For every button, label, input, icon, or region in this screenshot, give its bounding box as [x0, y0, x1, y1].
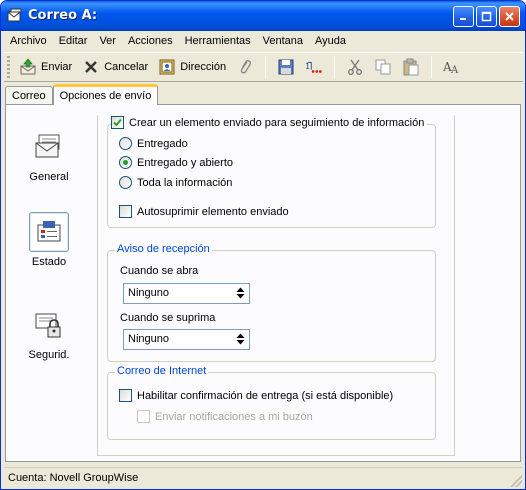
radio-entregado-label: Entregado	[137, 137, 188, 150]
minimize-button[interactable]	[453, 6, 474, 27]
send-button[interactable]: Enviar	[14, 55, 77, 79]
category-estado[interactable]: Estado	[18, 212, 80, 268]
checkbox-box	[137, 410, 150, 423]
cancel-icon	[82, 58, 100, 76]
menu-archivo[interactable]: Archivo	[4, 35, 53, 47]
radio-dot	[123, 160, 128, 165]
send-label: Enviar	[41, 61, 73, 73]
opened-select-value: Ninguno	[128, 287, 169, 299]
create-sent-item-label: Crear un elemento enviado para seguimien…	[129, 116, 425, 129]
spell-check-icon: 1	[305, 58, 323, 76]
divider	[97, 115, 98, 455]
category-estado-label: Estado	[31, 256, 67, 268]
category-seguridad-label: Segurid.	[28, 349, 70, 361]
account-status: Cuenta: Novell GroupWise	[8, 471, 139, 484]
checkbox-box[interactable]	[119, 205, 132, 218]
deleted-select-value: Ninguno	[128, 333, 169, 345]
internet-legend: Correo de Internet	[115, 365, 209, 377]
opened-select[interactable]: Ninguno	[123, 283, 250, 304]
updown-arrow-icon	[236, 333, 245, 345]
attach-button[interactable]	[231, 55, 259, 79]
save-button[interactable]	[272, 55, 300, 79]
copy-button[interactable]	[369, 55, 397, 79]
receipt-legend: Aviso de recepción	[115, 243, 212, 255]
font-icon: A A	[443, 58, 461, 76]
opened-label: Cuando se abra	[120, 265, 199, 277]
maximize-button[interactable]	[476, 6, 497, 27]
cut-icon	[346, 58, 364, 76]
paste-icon	[402, 58, 420, 76]
toolbar-separator	[265, 56, 267, 78]
menu-ventana[interactable]: Ventana	[257, 35, 309, 47]
svg-text:A: A	[450, 65, 459, 75]
menu-ayuda[interactable]: Ayuda	[309, 35, 352, 47]
tab-strip: Correo Opciones de envío	[5, 84, 159, 105]
toolbar-grip[interactable]	[7, 56, 10, 78]
checkbox-box[interactable]	[111, 116, 124, 129]
divider	[97, 455, 455, 456]
deleted-select[interactable]: Ninguno	[123, 329, 250, 350]
toolbar: Enviar Cancelar Dirección 1 A A	[4, 52, 523, 82]
radio-button-selected[interactable]	[119, 156, 132, 169]
menu-bar: Archivo Editar Ver Acciones Herramientas…	[1, 31, 525, 50]
category-general-label: General	[29, 171, 69, 183]
menu-editar[interactable]: Editar	[53, 35, 94, 47]
general-envelope-icon	[29, 127, 69, 167]
status-icon	[29, 212, 69, 252]
close-button[interactable]	[499, 6, 520, 27]
radio-button[interactable]	[119, 137, 132, 150]
notify-mailbox-label: Enviar notificaciones a mi buzón	[155, 410, 313, 423]
menu-herramientas[interactable]: Herramientas	[179, 35, 257, 47]
internet-group: Correo de Internet	[107, 365, 436, 440]
cancel-button[interactable]: Cancelar	[77, 55, 153, 79]
radio-button[interactable]	[119, 176, 132, 189]
security-lock-icon	[29, 305, 69, 345]
tab-correo[interactable]: Correo	[5, 86, 53, 105]
divider	[454, 115, 455, 455]
cut-button[interactable]	[341, 55, 369, 79]
notify-mailbox-checkbox: Enviar notificaciones a mi buzón	[137, 410, 313, 423]
tab-opciones-envio[interactable]: Opciones de envío	[52, 84, 159, 105]
send-options-panel: General Estado Segurid. Crear un element…	[5, 104, 521, 462]
delivery-confirmation-label: Habilitar confirmación de entrega (si es…	[137, 389, 394, 402]
attach-icon	[236, 58, 254, 76]
address-label: Dirección	[180, 61, 227, 73]
mail-app-icon	[7, 8, 23, 24]
address-book-icon	[158, 58, 176, 76]
status-bar: Cuenta: Novell GroupWise	[4, 467, 522, 487]
copy-icon	[374, 58, 392, 76]
category-seguridad[interactable]: Segurid.	[18, 305, 80, 361]
cancel-label: Cancelar	[104, 61, 149, 73]
menu-ver[interactable]: Ver	[93, 35, 122, 47]
save-icon	[277, 58, 295, 76]
radio-toda-informacion[interactable]: Toda la información	[119, 176, 232, 189]
delivery-confirmation-checkbox[interactable]: Habilitar confirmación de entrega (si es…	[119, 389, 393, 402]
radio-entregado[interactable]: Entregado	[119, 137, 188, 150]
radio-toda-informacion-label: Toda la información	[137, 176, 233, 189]
deleted-label: Cuando se suprima	[120, 312, 216, 324]
title-bar[interactable]: Correo A:	[1, 1, 525, 31]
autodelete-checkbox[interactable]: Autosuprimir elemento enviado	[119, 205, 289, 218]
window-title: Correo A:	[28, 8, 98, 23]
create-sent-item-checkbox[interactable]: Crear un elemento enviado para seguimien…	[111, 116, 428, 129]
send-icon	[19, 58, 37, 76]
category-general[interactable]: General	[18, 127, 80, 183]
radio-entregado-abierto[interactable]: Entregado y abierto	[119, 156, 233, 169]
resize-grip[interactable]	[510, 475, 522, 487]
menu-acciones[interactable]: Acciones	[122, 35, 179, 47]
toolbar-separator	[334, 56, 336, 78]
checkbox-box[interactable]	[119, 389, 132, 402]
address-button[interactable]: Dirección	[153, 55, 231, 79]
updown-arrow-icon	[236, 287, 245, 299]
autodelete-label: Autosuprimir elemento enviado	[137, 205, 289, 218]
paste-button[interactable]	[397, 55, 425, 79]
toolbar-separator	[431, 56, 433, 78]
spell-check-button[interactable]: 1	[300, 55, 328, 79]
font-button[interactable]: A A	[438, 55, 466, 79]
compose-window: Correo A: Archivo Editar Ver Acciones He…	[0, 0, 526, 490]
radio-entregado-abierto-label: Entregado y abierto	[137, 156, 234, 169]
